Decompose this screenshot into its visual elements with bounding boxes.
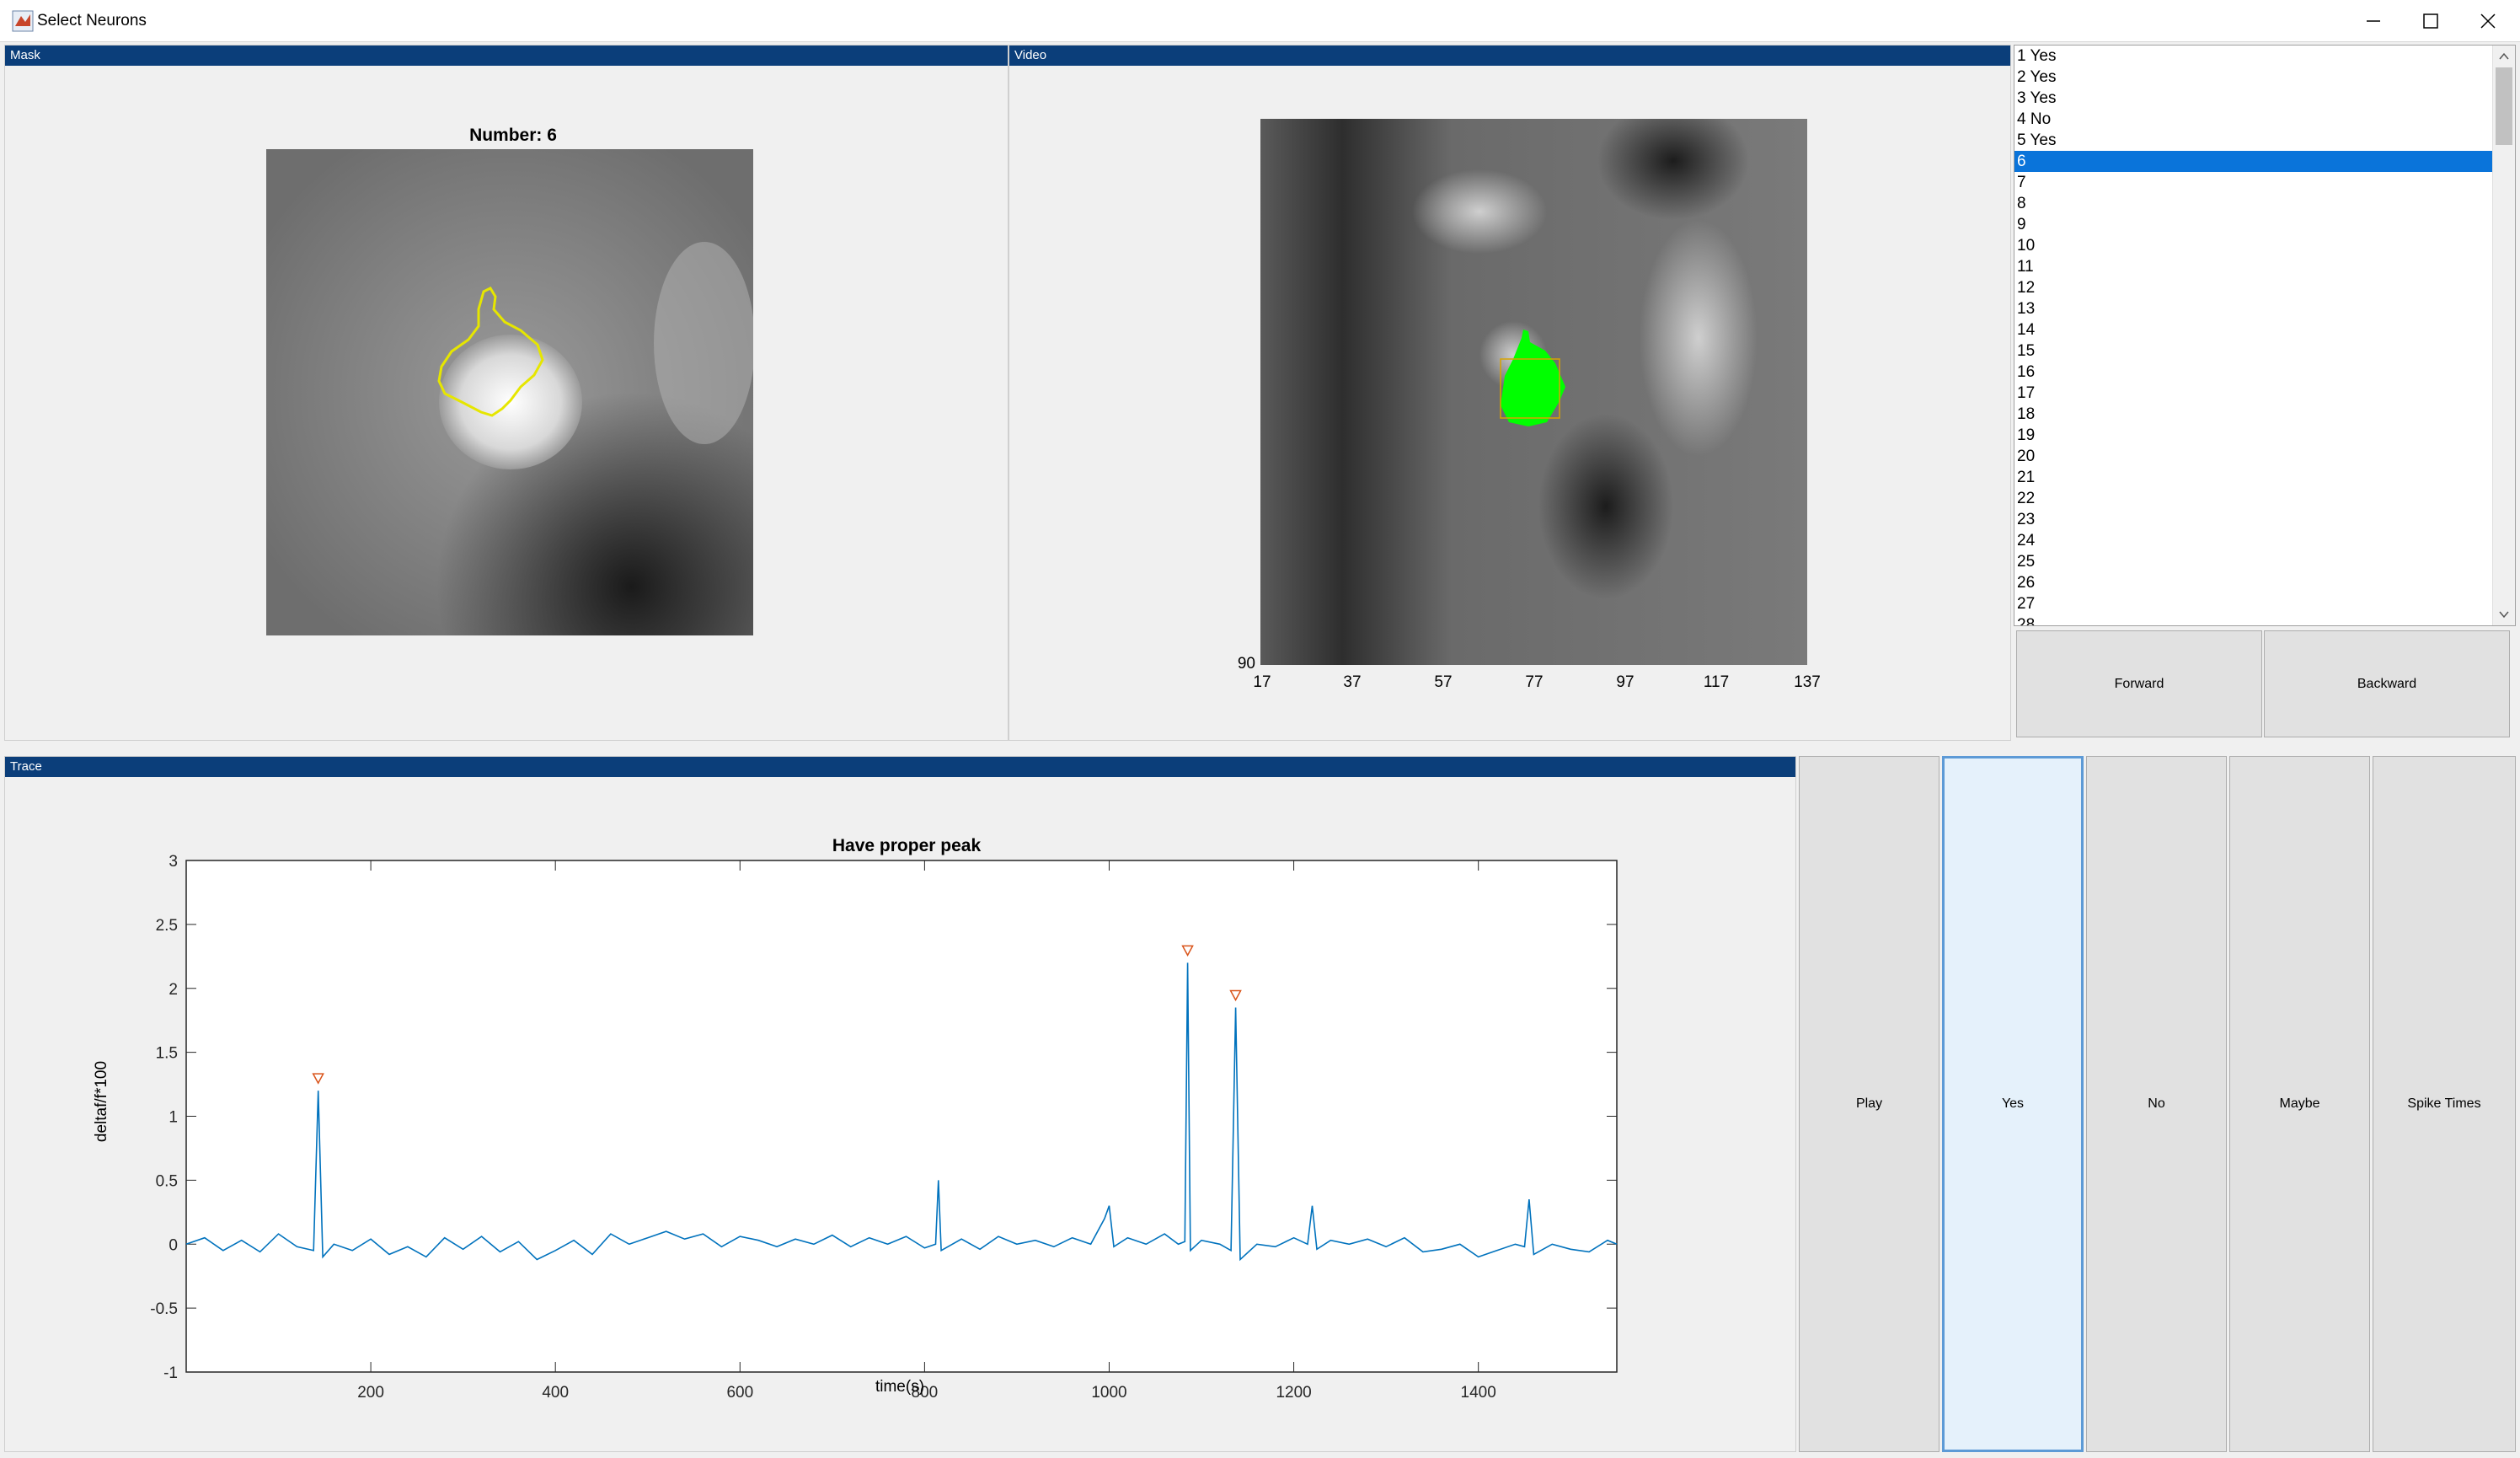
video-x-tick: 37 (1343, 673, 1362, 691)
y-tick-label: 1 (169, 1109, 178, 1127)
window-title-bar: Select Neurons (0, 0, 2520, 42)
video-x-tick: 77 (1525, 673, 1544, 691)
video-x-tick: 17 (1253, 673, 1271, 691)
no-button[interactable]: No (2086, 756, 2227, 1452)
video-x-tick: 137 (1794, 673, 1821, 691)
neuron-list-item[interactable]: 9 (2014, 214, 2493, 235)
neuron-list-item[interactable]: 16 (2014, 362, 2493, 383)
scroll-down-icon[interactable] (2496, 607, 2512, 622)
video-y-tick: 90 (1237, 655, 1255, 673)
neuron-listbox[interactable]: 1 Yes 2 Yes 3 Yes 4 No 5 Yes 6 7 8 9 10 11 12 13 14 15… (2014, 45, 2516, 626)
trace-chart: 200 400 600 800 1000 1200 1400-1-0.500.511.522… (150, 853, 1618, 1402)
neuron-list-item[interactable]: 10 (2014, 235, 2493, 256)
y-tick-label: 0.5 (156, 1172, 178, 1190)
neuron-list-item[interactable]: 27 (2014, 593, 2493, 614)
neuron-list-item[interactable]: 2 Yes (2014, 67, 2493, 88)
y-tick-label: 3 (169, 853, 178, 871)
x-tick-label: 1200 (1276, 1384, 1311, 1402)
x-tick-label: 1400 (1461, 1384, 1496, 1402)
mask-image (266, 149, 755, 635)
video-x-tick: 117 (1703, 673, 1730, 691)
neuron-list-item[interactable]: 20 (2014, 446, 2493, 467)
neuron-list-item[interactable]: 7 (2014, 172, 2493, 193)
mask-plot-title: Number: 6 (469, 126, 557, 145)
video-x-tick: 97 (1616, 673, 1635, 691)
x-tick-label: 400 (542, 1384, 569, 1402)
mask-panel-header: Mask (5, 46, 1008, 66)
y-tick-label: 1.5 (156, 1045, 178, 1063)
neuron-list-item[interactable]: 6 (2014, 151, 2493, 172)
neuron-list-item[interactable]: 23 (2014, 509, 2493, 530)
plot-area (185, 860, 1618, 1373)
maximize-icon[interactable] (2402, 0, 2459, 42)
neuron-list-item[interactable]: 18 (2014, 404, 2493, 425)
x-axis-label: time(s) (875, 1378, 925, 1396)
video-frame (1260, 102, 1807, 665)
video-x-tick: 57 (1434, 673, 1453, 691)
y-tick-label: 2.5 (156, 917, 178, 935)
neuron-list-item[interactable]: 22 (2014, 488, 2493, 509)
window-title: Select Neurons (37, 12, 147, 29)
maybe-button[interactable]: Maybe (2229, 756, 2370, 1452)
video-panel: Video 90 17 37 57 77 97 117 137 (1009, 45, 2011, 741)
neuron-list-item[interactable]: 24 (2014, 530, 2493, 551)
neuron-list-item[interactable]: 14 (2014, 319, 2493, 340)
y-tick-label: 0 (169, 1236, 178, 1254)
spike-times-button[interactable]: Spike Times (2373, 756, 2516, 1452)
scroll-thumb[interactable] (2496, 67, 2512, 145)
neuron-list-item[interactable]: 26 (2014, 572, 2493, 593)
backward-button[interactable]: Backward (2264, 630, 2510, 737)
scroll-up-icon[interactable] (2496, 49, 2512, 64)
yes-button[interactable]: Yes (1942, 756, 2084, 1452)
forward-button[interactable]: Forward (2016, 630, 2262, 737)
neuron-list-item[interactable]: 1 Yes (2014, 46, 2493, 67)
neuron-list-item[interactable]: 5 Yes (2014, 130, 2493, 151)
neuron-list-item[interactable]: 4 No (2014, 109, 2493, 130)
y-tick-label: 2 (169, 981, 178, 999)
neuron-list-item[interactable]: 13 (2014, 298, 2493, 319)
y-tick-label: -1 (163, 1364, 178, 1382)
neuron-list-item[interactable]: 11 (2014, 256, 2493, 277)
close-icon[interactable] (2459, 0, 2517, 42)
x-tick-label: 200 (357, 1384, 384, 1402)
matlab-icon (12, 10, 34, 32)
minimize-icon[interactable] (2345, 0, 2402, 42)
listbox-scrollbar[interactable] (2492, 46, 2515, 625)
neuron-list-item[interactable]: 25 (2014, 551, 2493, 572)
neuron-list-item[interactable]: 8 (2014, 193, 2493, 214)
neuron-list-item[interactable]: 17 (2014, 383, 2493, 404)
mask-panel: Mask Number: 6 (4, 45, 1009, 741)
neuron-list-item[interactable]: 12 (2014, 277, 2493, 298)
y-tick-label: -0.5 (150, 1300, 178, 1318)
neuron-list-item[interactable]: 28 (2014, 614, 2493, 625)
neuron-list-item[interactable]: 15 (2014, 340, 2493, 362)
video-panel-header: Video (1009, 46, 2010, 66)
trace-panel: Trace Have proper peak 200 400 600 800 1000 1… (4, 756, 1796, 1452)
neuron-list-item[interactable]: 3 Yes (2014, 88, 2493, 109)
play-button[interactable]: Play (1799, 756, 1939, 1452)
neuron-list-item[interactable]: 19 (2014, 425, 2493, 446)
y-axis-label: deltaf/f*100 (93, 1060, 110, 1143)
neuron-list-item[interactable]: 21 (2014, 467, 2493, 488)
